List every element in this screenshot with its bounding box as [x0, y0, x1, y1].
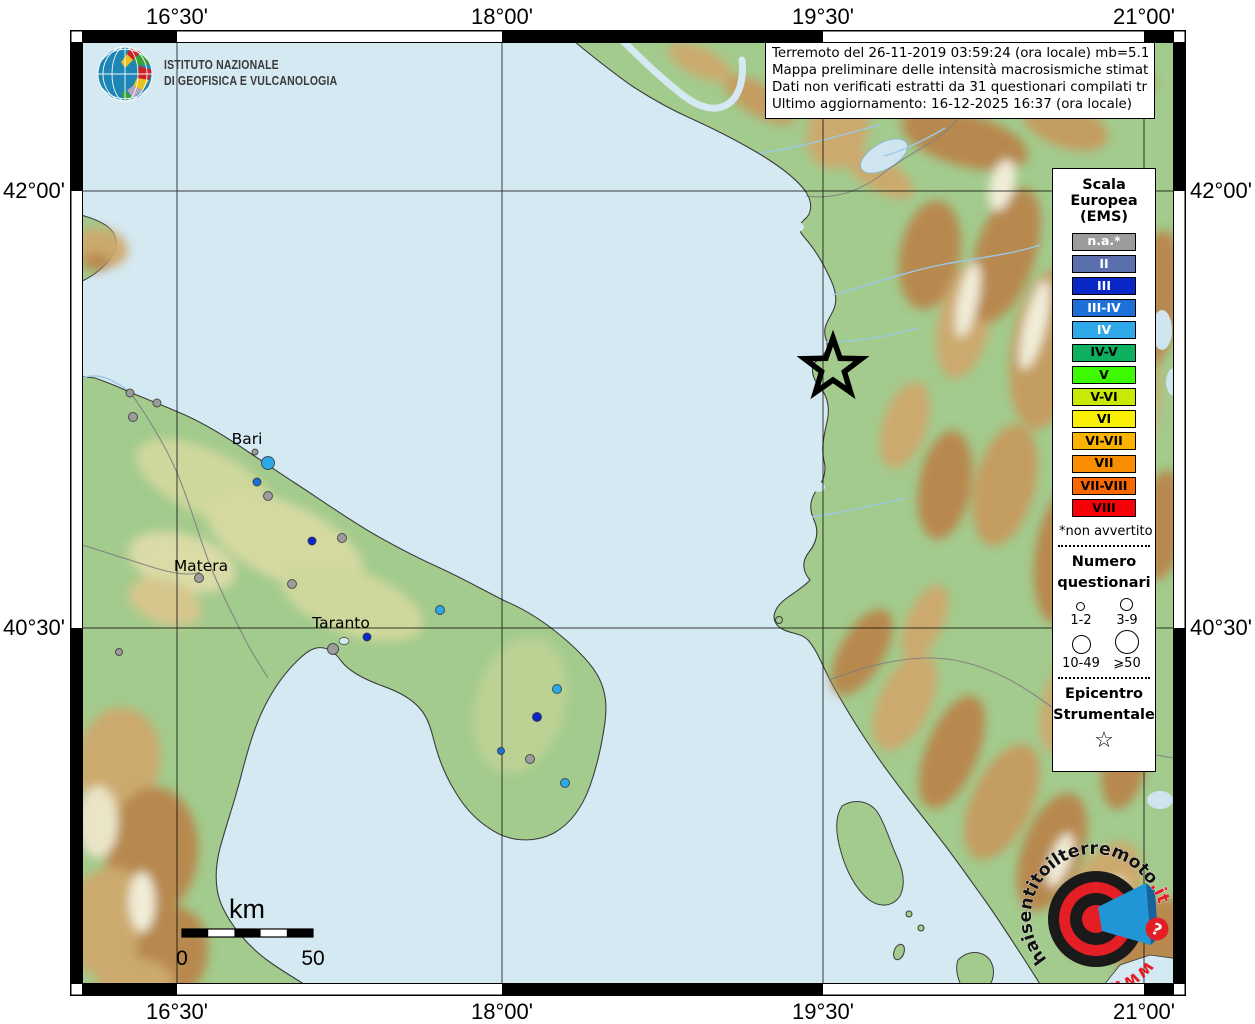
legend-swatch-IV-V: IV-V	[1072, 344, 1136, 362]
size-circle-2	[1120, 598, 1133, 611]
svg-text:0: 0	[176, 947, 188, 970]
legend-swatch-IV: IV	[1072, 321, 1136, 339]
islet	[906, 911, 912, 917]
legend-swatch-V-VI: V-VI	[1072, 388, 1136, 406]
epicenter-key-title: Epicentro Strumentale	[1053, 684, 1155, 726]
axis-tick-left-1: 42°00'	[3, 178, 65, 204]
intensity-point-na	[288, 580, 297, 589]
city-label-taranto: Taranto	[311, 614, 370, 632]
legend-swatch-VIII: VIII	[1072, 499, 1136, 517]
legend-swatch-III: III	[1072, 277, 1136, 295]
intensity-point-na	[129, 413, 138, 422]
intensity-point-na	[116, 649, 123, 656]
intensity-point-III	[308, 537, 316, 545]
questionnaire-count-title: Numero questionari	[1057, 552, 1150, 594]
intensity-point-IV	[262, 457, 275, 470]
intensity-point-na	[328, 644, 339, 655]
axis-tick-right-2: 40°30'	[1190, 615, 1252, 641]
intensity-point-III-IV	[498, 748, 505, 755]
size-label-1: 1-2	[1070, 613, 1091, 628]
axis-tick-right-1: 42°00'	[1190, 178, 1252, 204]
size-label-2: 3-9	[1116, 613, 1137, 628]
legend-swatch-VII: VII	[1072, 455, 1136, 473]
intensity-point-IV	[553, 685, 562, 694]
intensity-point-IV	[436, 606, 445, 615]
axis-tick-top-3: 19°30'	[792, 4, 854, 30]
legend-swatch-V: V	[1072, 366, 1136, 384]
epicenter-star-icon: ☆	[1094, 730, 1114, 752]
svg-text:km: km	[229, 894, 265, 924]
axis-tick-bottom-4: 21°00'	[1113, 999, 1175, 1024]
map-canvas: Bari Matera Taranto km 0 50	[70, 30, 1186, 996]
intensity-point-IV	[561, 779, 570, 788]
info-line-map: Mappa preliminare delle intensità macros…	[772, 63, 1148, 80]
intensity-point-III	[533, 713, 542, 722]
islet-sazan	[776, 617, 783, 624]
info-line-data: Dati non verificati estratti da 31 quest…	[772, 80, 1148, 97]
ingv-logo: ISTITUTO NAZIONALE DI GEOFISICA E VULCAN…	[96, 45, 370, 103]
islet	[918, 925, 924, 931]
legend-panel: Scala Europea (EMS) n.a.*IIIIIIII-IVIVIV…	[1052, 168, 1156, 772]
legend-title: Scala Europea (EMS)	[1070, 177, 1137, 226]
mar-piccolo	[339, 638, 349, 645]
size-circle-1	[1076, 602, 1085, 611]
axis-tick-left-2: 40°30'	[3, 615, 65, 641]
legend-swatch-VII-VIII: VII-VIII	[1072, 477, 1136, 495]
city-label-bari: Bari	[232, 430, 263, 448]
legend-swatch-VI-VII: VI-VII	[1072, 432, 1136, 450]
legend-swatch-n.a.*: n.a.*	[1072, 233, 1136, 251]
intensity-point-na	[264, 492, 273, 501]
legend-swatch-II: II	[1072, 255, 1136, 273]
legend-divider	[1058, 545, 1150, 547]
intensity-point-III	[363, 633, 371, 641]
size-label-4: ⩾50	[1113, 656, 1140, 671]
city-label-matera: Matera	[174, 557, 228, 575]
info-line-updated: Ultimo aggiornamento: 16-12-2025 16:37 (…	[772, 97, 1148, 114]
ingv-globe-icon	[96, 45, 154, 103]
earthquake-info-box: Terremoto del 26-11-2019 03:59:24 (ora l…	[765, 42, 1155, 119]
legend-swatch-VI: VI	[1072, 410, 1136, 428]
size-label-3: 10-49	[1062, 656, 1100, 671]
svg-text:50: 50	[301, 947, 324, 970]
size-circle-3	[1072, 635, 1091, 654]
map-page: 16°30' 18°00' 19°30' 21°00' 16°30' 18°00…	[0, 0, 1255, 1024]
intensity-point-na	[252, 449, 258, 455]
axis-tick-bottom-3: 19°30'	[792, 999, 854, 1024]
legend-footnote: *non avvertito	[1053, 524, 1153, 539]
lake	[1147, 791, 1173, 809]
intensity-point-na	[526, 755, 535, 764]
axis-tick-bottom-1: 16°30'	[146, 999, 208, 1024]
legend-swatch-III-IV: III-IV	[1072, 299, 1136, 317]
size-circle-4	[1115, 630, 1139, 654]
info-line-event: Terremoto del 26-11-2019 03:59:24 (ora l…	[772, 46, 1148, 63]
questionnaire-size-key: 1-2 3-9 10-49 ⩾50	[1058, 598, 1150, 671]
axis-tick-top-1: 16°30'	[146, 4, 208, 30]
axis-tick-top-4: 21°00'	[1113, 4, 1175, 30]
legend-swatches: n.a.*IIIIIIII-IVIVIV-VVV-VIVIVI-VIIVIIVI…	[1072, 233, 1136, 517]
intensity-point-na	[126, 389, 134, 397]
intensity-point-na	[153, 399, 161, 407]
lagoon	[790, 222, 804, 232]
intensity-point-na	[338, 534, 347, 543]
axis-tick-bottom-2: 18°00'	[471, 999, 533, 1024]
legend-divider	[1058, 677, 1150, 679]
axis-tick-top-2: 18°00'	[471, 4, 533, 30]
intensity-point-III-IV	[253, 478, 261, 486]
ingv-logo-text: ISTITUTO NAZIONALE DI GEOFISICA E VULCAN…	[164, 58, 337, 89]
